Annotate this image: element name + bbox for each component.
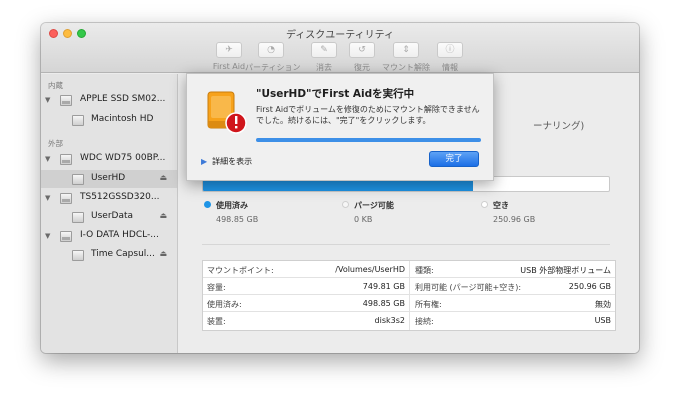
- show-details-toggle[interactable]: ▶ 詳細を表示: [201, 156, 252, 167]
- volume-icon: [72, 250, 84, 261]
- sidebar-item-label: APPLE SSD SM02...: [80, 94, 166, 104]
- disclosure-triangle-icon[interactable]: ▼: [45, 155, 50, 163]
- toolbar-label: 情報: [442, 63, 458, 72]
- info-key: 所有権:: [415, 300, 442, 309]
- sidebar-section-internal: 内蔵: [48, 81, 63, 90]
- info-value: disk3s2: [374, 316, 405, 325]
- eject-icon[interactable]: ⏏: [159, 249, 167, 258]
- sidebar-item-io-data[interactable]: ▼ I-O DATA HDCL-...: [41, 227, 177, 245]
- info-row: マウントポイント: /Volumes/UserHD 種類: USB 外部物理ボリ…: [203, 261, 615, 278]
- first-aid-sheet: "UserHD"でFirst Aidを実行中 First Aidでボリュームを修…: [186, 73, 494, 181]
- info-key: 装置:: [207, 317, 226, 326]
- partition-icon: ◔: [258, 42, 284, 58]
- info-row: 使用済み: 498.85 GB 所有権: 無効: [203, 295, 615, 312]
- info-key: 容量:: [207, 283, 226, 292]
- stethoscope-icon: ✈: [216, 42, 242, 58]
- eject-icon[interactable]: ⏏: [159, 173, 167, 182]
- sidebar-item-label: WDC WD75 00BP...: [80, 153, 166, 163]
- sidebar-section-external: 外部: [48, 139, 63, 148]
- eject-icon[interactable]: ⏏: [159, 211, 167, 220]
- sheet-title: "UserHD"でFirst Aidを実行中: [256, 88, 415, 100]
- info-key: 使用済み:: [207, 300, 242, 309]
- disclosure-triangle-icon[interactable]: ▼: [45, 232, 50, 240]
- info-row: 容量: 749.81 GB 利用可能 (パージ可能+空き): 250.96 GB: [203, 278, 615, 295]
- sidebar-item-time-capsule[interactable]: Time Capsul... ⏏: [41, 246, 177, 264]
- toolbar-label: パーティション: [245, 63, 301, 72]
- legend-used-label: 使用済み: [216, 201, 248, 210]
- disclosure-triangle-icon[interactable]: ▼: [45, 96, 50, 104]
- info-value: 250.96 GB: [568, 282, 611, 291]
- sidebar-item-label: Macintosh HD: [91, 114, 154, 124]
- volume-format-text: ーナリング): [533, 121, 585, 132]
- legend-purgeable-label: パージ可能: [354, 201, 394, 210]
- info-button[interactable]: ⓘ 情報: [424, 42, 476, 73]
- legend-free-label: 空き: [493, 201, 509, 210]
- volume-icon: [72, 212, 84, 223]
- sidebar-item-userdata[interactable]: UserData ⏏: [41, 208, 177, 226]
- volume-icon: [72, 174, 84, 185]
- unmount-icon: ⇕: [393, 42, 419, 58]
- legend-free-dot: [481, 201, 488, 208]
- legend-purgeable-value: 0 KB: [354, 215, 373, 224]
- erase-icon: ✎: [311, 42, 337, 58]
- progress-fill: [256, 138, 481, 142]
- info-key: 利用可能 (パージ可能+空き):: [415, 283, 522, 292]
- sidebar-item-macintosh-hd[interactable]: Macintosh HD: [41, 111, 177, 129]
- sidebar-item-label: UserHD: [91, 173, 126, 183]
- sidebar-item-ts512[interactable]: ▼ TS512GSSD320...: [41, 189, 177, 207]
- first-aid-progress-bar: [256, 138, 481, 142]
- info-value: 498.85 GB: [362, 299, 405, 308]
- info-key: 種類:: [415, 266, 434, 275]
- sidebar-item-label: UserData: [91, 211, 134, 221]
- disclosure-triangle-icon: ▶: [201, 157, 208, 166]
- info-value: 749.81 GB: [362, 282, 405, 291]
- done-button[interactable]: 完了: [429, 151, 479, 167]
- info-key: 接続:: [415, 317, 434, 326]
- legend-used-dot: [204, 201, 211, 208]
- volume-info-table: マウントポイント: /Volumes/UserHD 種類: USB 外部物理ボリ…: [202, 260, 616, 331]
- disclosure-triangle-icon[interactable]: ▼: [45, 194, 50, 202]
- info-icon: ⓘ: [437, 42, 463, 58]
- external-disk-icon: [60, 193, 72, 204]
- internal-disk-icon: [60, 95, 72, 106]
- info-key: マウントポイント:: [207, 266, 274, 275]
- divider: [202, 244, 610, 245]
- sidebar-item-userhd[interactable]: UserHD ⏏: [41, 170, 177, 188]
- sidebar-item-wdc[interactable]: ▼ WDC WD75 00BP...: [41, 150, 177, 168]
- sheet-message: First Aidでボリュームを修復のためにマウント解除できませんでした。続ける…: [256, 105, 480, 125]
- info-value: USB: [594, 316, 611, 325]
- sidebar-item-label: Time Capsul...: [91, 249, 155, 259]
- restore-icon: ↺: [349, 42, 375, 58]
- legend-purgeable-dot: [342, 201, 349, 208]
- external-disk-icon: [60, 231, 72, 242]
- sidebar-item-label: I-O DATA HDCL-...: [80, 230, 159, 240]
- window-title: ディスクユーティリティ: [285, 30, 395, 41]
- titlebar: ディスクユーティリティ ✈ First Aid ◔ パーティション ✎ 消去 ↺…: [41, 23, 639, 73]
- show-details-label: 詳細を表示: [212, 157, 253, 166]
- volume-icon: [72, 115, 84, 126]
- legend-free-value: 250.96 GB: [493, 215, 536, 224]
- sidebar-item-label: TS512GSSD320...: [80, 192, 160, 202]
- external-disk-icon: [60, 154, 72, 165]
- sidebar: 内蔵 ▼ APPLE SSD SM02... Macintosh HD 外部 ▼…: [41, 74, 178, 353]
- partition-button[interactable]: ◔ パーティション: [245, 42, 301, 73]
- info-value: 無効: [595, 300, 611, 309]
- info-row: 装置: disk3s2 接続: USB: [203, 312, 615, 329]
- info-value: /Volumes/UserHD: [335, 265, 405, 274]
- external-disk-warning-icon: [207, 91, 247, 134]
- info-value: USB 外部物理ボリューム: [520, 266, 611, 275]
- legend-used-value: 498.85 GB: [216, 215, 259, 224]
- sidebar-item-apple-ssd[interactable]: ▼ APPLE SSD SM02...: [41, 91, 177, 109]
